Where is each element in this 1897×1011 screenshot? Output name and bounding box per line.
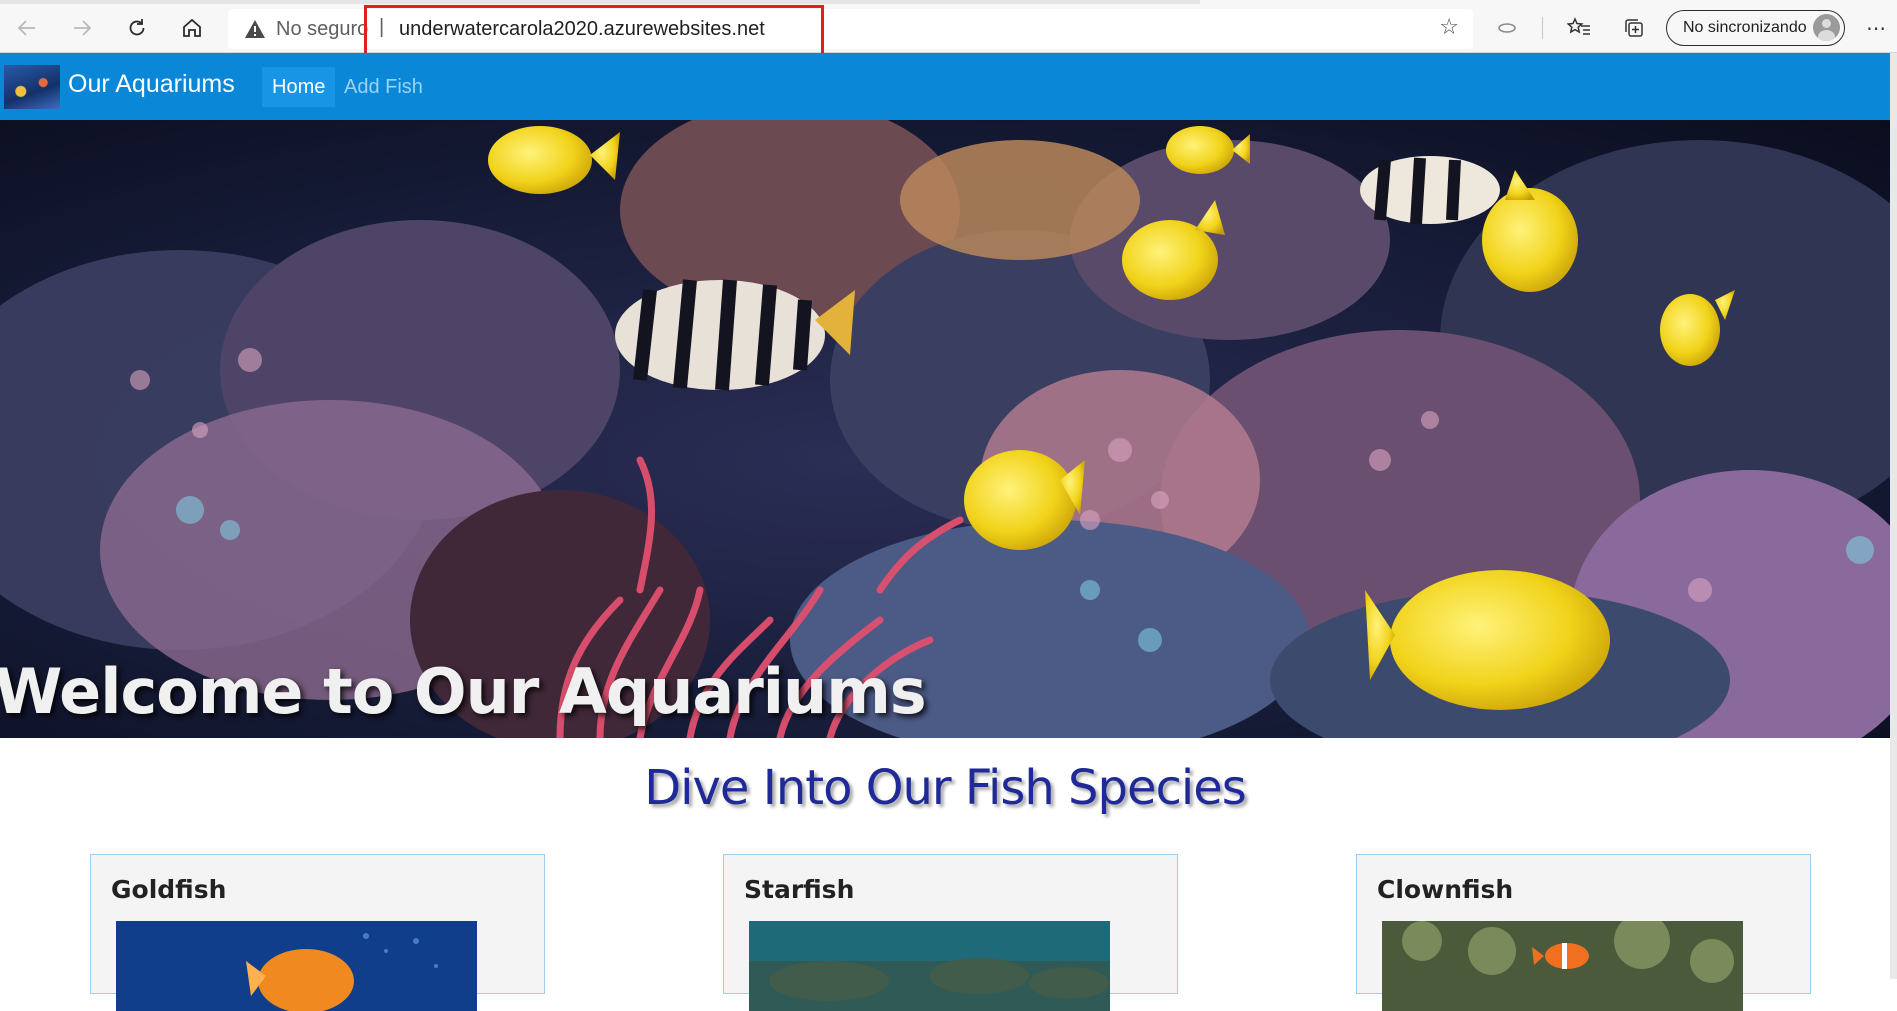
- immersive-reader-icon[interactable]: [1489, 10, 1525, 46]
- card-title: Goldfish: [111, 875, 227, 904]
- species-heading: Dive Into Our Fish Species: [644, 760, 1247, 816]
- back-button[interactable]: [9, 10, 45, 46]
- site-navbar: Our Aquariums Home Add Fish: [0, 53, 1890, 120]
- profile-button[interactable]: No sincronizando: [1666, 10, 1845, 46]
- more-options-icon[interactable]: ⋯: [1858, 10, 1894, 46]
- hero-reef-image: [0, 120, 1890, 738]
- home-icon: [183, 18, 201, 37]
- forward-arrow-icon: [74, 20, 92, 36]
- site-logo[interactable]: [4, 65, 60, 109]
- nav-add-fish[interactable]: Add Fish: [334, 67, 433, 107]
- card-title: Clownfish: [1377, 875, 1514, 904]
- nav-home[interactable]: Home: [262, 67, 336, 107]
- tab-strip: [0, 0, 1200, 4]
- browser-toolbar: No seguro | underwatercarola2020.azurewe…: [0, 0, 1897, 53]
- species-card-goldfish[interactable]: Goldfish: [90, 854, 545, 1011]
- profile-status: No sincronizando: [1683, 19, 1807, 36]
- favorites-icon[interactable]: [1561, 10, 1597, 46]
- refresh-icon: [129, 19, 145, 36]
- hero-banner: Welcome to Our Aquariums: [0, 120, 1890, 738]
- starfish-image[interactable]: [749, 921, 1110, 1011]
- favorite-star-icon[interactable]: ☆: [1439, 15, 1459, 40]
- collections-icon[interactable]: [1616, 10, 1652, 46]
- page-scrollbar[interactable]: [1890, 53, 1897, 979]
- hero-title: Welcome to Our Aquariums: [0, 655, 927, 728]
- refresh-button[interactable]: [119, 10, 155, 46]
- home-button[interactable]: [174, 10, 210, 46]
- card-title: Starfish: [744, 875, 855, 904]
- warning-icon[interactable]: [244, 18, 266, 40]
- site-brand[interactable]: Our Aquariums: [68, 70, 235, 99]
- insecure-label[interactable]: No seguro: [276, 18, 368, 41]
- goldfish-image[interactable]: [116, 921, 477, 1011]
- forward-button[interactable]: [64, 10, 100, 46]
- species-card-starfish[interactable]: Starfish: [723, 854, 1178, 1011]
- species-card-clownfish[interactable]: Clownfish: [1356, 854, 1811, 1011]
- clownfish-image[interactable]: [1382, 921, 1743, 1011]
- toolbar-divider: [1542, 17, 1543, 39]
- avatar-icon: [1813, 14, 1840, 41]
- back-arrow-icon: [17, 20, 35, 36]
